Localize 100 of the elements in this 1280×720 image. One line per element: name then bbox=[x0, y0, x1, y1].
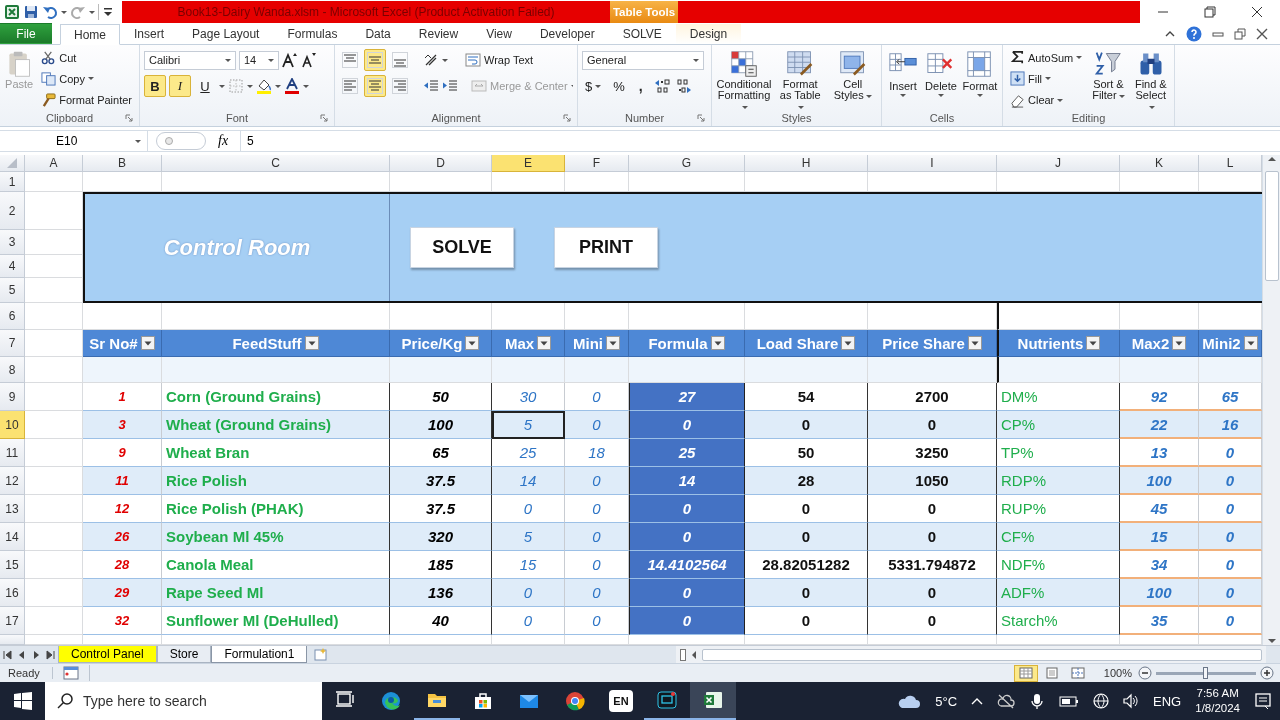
notification-icon[interactable] bbox=[1254, 692, 1272, 710]
screen-recorder-icon[interactable] bbox=[657, 690, 677, 710]
bottom-align-button[interactable] bbox=[389, 49, 411, 71]
orientation-icon[interactable] bbox=[423, 52, 439, 68]
scrollbar-thumb[interactable] bbox=[701, 648, 1262, 661]
row-header[interactable]: 11 bbox=[0, 439, 25, 467]
clock-time[interactable]: 7:56 AM bbox=[1196, 686, 1239, 701]
ribbon-tab[interactable]: Insert bbox=[120, 23, 179, 44]
row-header[interactable]: 16 bbox=[0, 579, 25, 607]
autosum-button[interactable]: AutoSum bbox=[1007, 48, 1086, 68]
microphone-icon[interactable] bbox=[1029, 693, 1046, 709]
format-painter-button[interactable]: Format Painter bbox=[38, 90, 135, 110]
row-header[interactable]: 3 bbox=[0, 230, 25, 255]
scroll-up-icon[interactable] bbox=[1266, 155, 1277, 163]
cut-button[interactable]: Cut bbox=[38, 48, 135, 68]
dialog-launcher-icon[interactable] bbox=[320, 114, 328, 122]
excel-icon[interactable] bbox=[703, 690, 723, 710]
column-header[interactable]: C bbox=[162, 155, 390, 172]
wrap-text-button[interactable]: Wrap Text bbox=[462, 50, 537, 70]
cells-button[interactable]: Delete bbox=[924, 48, 958, 110]
zoom-level[interactable]: 100% bbox=[1103, 667, 1132, 679]
insert-function-button[interactable]: fx bbox=[214, 132, 233, 150]
record-macro-icon[interactable] bbox=[62, 665, 79, 681]
row-header[interactable]: 17 bbox=[0, 607, 25, 635]
sheet-tab[interactable]: Control Panel bbox=[58, 646, 157, 663]
filter-button-icon[interactable] bbox=[1172, 336, 1187, 350]
column-header[interactable]: F bbox=[565, 155, 629, 172]
decrease-decimal-icon[interactable] bbox=[675, 78, 692, 94]
help-icon[interactable] bbox=[1186, 25, 1202, 42]
fill-button[interactable]: Fill bbox=[1007, 69, 1086, 89]
caret-icon[interactable] bbox=[303, 83, 309, 89]
top-align-button[interactable] bbox=[339, 49, 361, 71]
ribbon-tab[interactable]: Page Layout bbox=[178, 23, 274, 44]
customize-icon[interactable] bbox=[102, 5, 114, 19]
filter-button-icon[interactable] bbox=[304, 336, 319, 350]
caret-icon[interactable] bbox=[275, 83, 281, 89]
dialog-launcher-icon[interactable] bbox=[563, 114, 571, 122]
row-header[interactable]: 12 bbox=[0, 467, 25, 495]
filter-button-icon[interactable] bbox=[465, 336, 480, 350]
undo-icon[interactable] bbox=[42, 4, 58, 20]
filter-button-icon[interactable] bbox=[967, 336, 982, 350]
ribbon-tab[interactable]: View bbox=[472, 23, 526, 44]
currency-button[interactable]: $ bbox=[582, 76, 605, 96]
styles-button[interactable]: Format as Table bbox=[776, 48, 825, 110]
ribbon-tab[interactable]: Data bbox=[351, 23, 405, 44]
row-header[interactable]: 2 bbox=[0, 192, 25, 230]
column-header[interactable]: E bbox=[492, 155, 565, 172]
editing-button[interactable]: Find & Select bbox=[1131, 48, 1170, 110]
ribbon-tab[interactable]: Design bbox=[675, 23, 742, 44]
excel-icon[interactable] bbox=[4, 4, 20, 20]
restore-icon[interactable] bbox=[1234, 27, 1246, 40]
caret-icon[interactable] bbox=[219, 83, 225, 89]
zoom-in-icon[interactable] bbox=[1260, 666, 1274, 680]
filter-button-icon[interactable] bbox=[140, 336, 155, 350]
middle-align-button[interactable] bbox=[364, 49, 386, 71]
shrink-font-icon[interactable] bbox=[301, 52, 317, 68]
network-globe-icon[interactable] bbox=[1093, 693, 1110, 709]
filter-button-icon[interactable] bbox=[1086, 336, 1101, 350]
search-field[interactable]: Type here to search bbox=[45, 682, 322, 720]
clock-date[interactable]: 1/8/2024 bbox=[1195, 701, 1240, 716]
column-header[interactable]: G bbox=[629, 155, 745, 172]
fill-color-icon[interactable] bbox=[256, 78, 272, 94]
caret-icon[interactable] bbox=[89, 9, 95, 15]
row-header[interactable]: 4 bbox=[0, 255, 25, 278]
formula-field[interactable]: 5 bbox=[240, 131, 1280, 151]
row-header[interactable]: 13 bbox=[0, 495, 25, 523]
underline-button[interactable]: U bbox=[194, 75, 216, 97]
column-header[interactable]: J bbox=[997, 155, 1120, 172]
scrollbar-thumb[interactable] bbox=[1264, 171, 1279, 281]
clear-button[interactable]: Clear bbox=[1007, 90, 1086, 110]
font-size-field[interactable]: 14 bbox=[239, 50, 279, 70]
macro-button[interactable]: SOLVE bbox=[410, 227, 514, 268]
number-format-field[interactable]: General bbox=[582, 50, 704, 70]
row-header[interactable]: 7 bbox=[0, 330, 25, 357]
chrome-icon[interactable] bbox=[565, 691, 585, 711]
column-header[interactable]: K bbox=[1120, 155, 1199, 172]
file-menu-button[interactable]: File bbox=[0, 23, 52, 44]
start-icon[interactable] bbox=[13, 692, 32, 710]
split-handle-icon[interactable] bbox=[679, 648, 686, 661]
ribbon-tab[interactable]: Review bbox=[404, 23, 473, 44]
filter-button-icon[interactable] bbox=[537, 336, 552, 350]
row-header[interactable]: 5 bbox=[0, 278, 25, 303]
row-header[interactable]: 15 bbox=[0, 551, 25, 579]
sheet-nav-icon[interactable] bbox=[45, 649, 55, 660]
dialog-launcher-icon[interactable] bbox=[125, 114, 133, 122]
row-header[interactable]: 8 bbox=[0, 357, 25, 383]
font-color-icon[interactable] bbox=[284, 78, 300, 94]
ribbon-tab[interactable]: Home bbox=[60, 24, 120, 45]
store-bag-icon[interactable] bbox=[473, 691, 493, 711]
caret-icon[interactable] bbox=[442, 57, 448, 63]
grow-font-icon[interactable] bbox=[282, 52, 298, 68]
row-header[interactable]: 10 bbox=[0, 411, 25, 439]
sheet-tab[interactable]: Formulation1 bbox=[211, 646, 308, 663]
column-header[interactable]: I bbox=[868, 155, 997, 172]
battery-icon[interactable] bbox=[1059, 693, 1080, 709]
zoom-slider-thumb[interactable] bbox=[1203, 666, 1208, 679]
italic-button[interactable]: I bbox=[169, 75, 191, 97]
caret-icon[interactable] bbox=[247, 83, 253, 89]
sheet-nav-icon[interactable] bbox=[31, 649, 41, 660]
zoom-out-icon[interactable] bbox=[1138, 666, 1152, 680]
